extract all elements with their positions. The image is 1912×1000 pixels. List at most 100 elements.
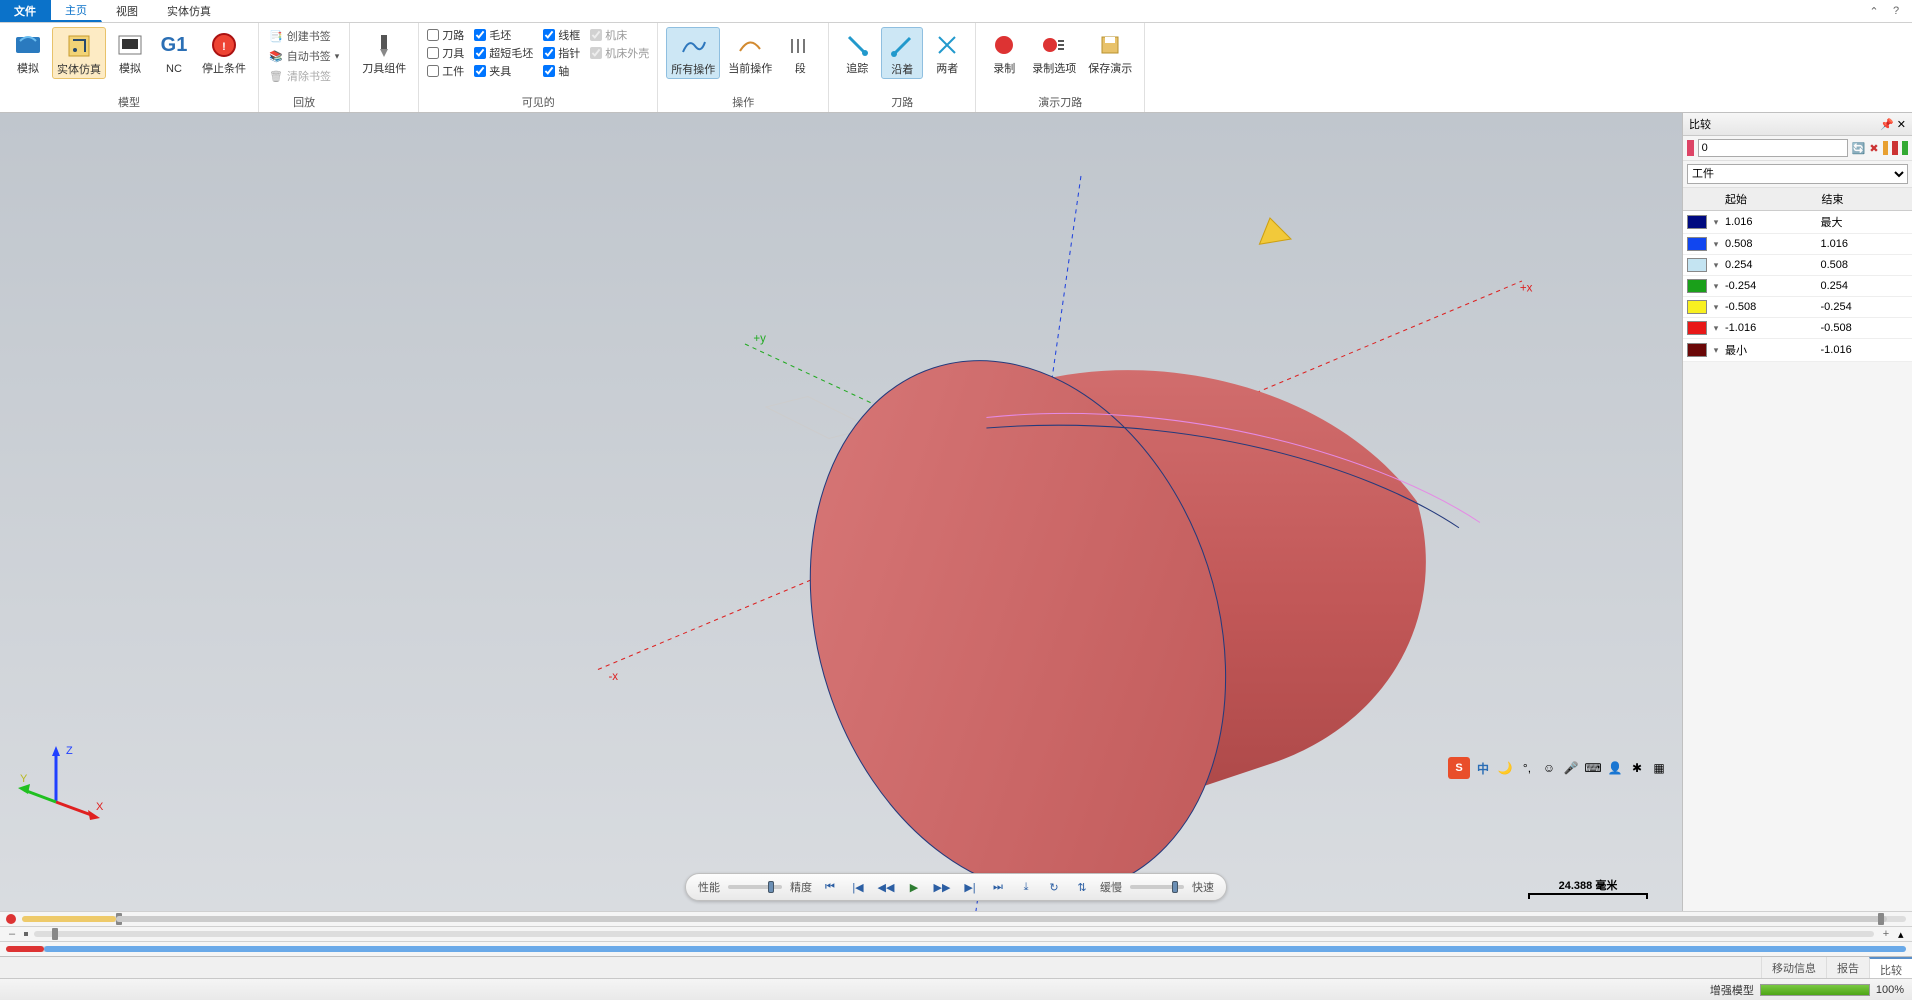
- ribbon: 模拟 实体仿真 模拟 G1 NC ! 停止条件 模型 📑创建书: [0, 23, 1912, 113]
- grid-icon[interactable]: ▦: [1650, 759, 1668, 777]
- step-fwd-button[interactable]: ▶▶: [932, 877, 952, 897]
- axis-z-label: Z: [66, 745, 73, 757]
- clear-bookmark[interactable]: 🗑清除书签: [267, 67, 341, 85]
- mic-icon[interactable]: 🎤: [1562, 759, 1580, 777]
- table-row[interactable]: ▾0.2540.508: [1683, 255, 1912, 276]
- tab-report[interactable]: 报告: [1826, 957, 1869, 978]
- chk-stock[interactable]: 毛坯: [474, 27, 533, 43]
- table-row[interactable]: ▾最小-1.016: [1683, 339, 1912, 362]
- chk-toolpath[interactable]: 刀路: [427, 27, 464, 43]
- table-row[interactable]: ▾-1.016-0.508: [1683, 318, 1912, 339]
- box2-icon[interactable]: [1892, 141, 1898, 155]
- timeline-3[interactable]: [0, 941, 1912, 956]
- group-label-model: 模型: [8, 94, 250, 110]
- table-row[interactable]: ▾0.5081.016: [1683, 234, 1912, 255]
- panel-title-text: 比较: [1689, 116, 1711, 132]
- punct-icon[interactable]: °,: [1518, 759, 1536, 777]
- ribbon-group-visible: 刀路 刀具 工件 毛坯 超短毛坯 夹具 线框 指针 轴 机床 机床外壳 可见的: [419, 23, 658, 112]
- group-label-toolpath: 刀路: [837, 94, 967, 110]
- svg-text:-x: -x: [608, 671, 618, 683]
- compare-value-input[interactable]: [1698, 139, 1848, 157]
- group-label-ops: 操作: [666, 94, 820, 110]
- solid-sim-button[interactable]: 实体仿真: [52, 27, 106, 79]
- chk-fixture[interactable]: 夹具: [474, 63, 533, 79]
- panel-pin-icon[interactable]: 📌: [1880, 118, 1894, 131]
- box3-icon[interactable]: [1902, 141, 1908, 155]
- record-button[interactable]: 录制: [984, 27, 1024, 77]
- step-back-button[interactable]: ◀◀: [876, 877, 896, 897]
- chk-machine-housing[interactable]: 机床外壳: [590, 45, 649, 61]
- along-button[interactable]: 沿着: [881, 27, 923, 79]
- create-bookmark[interactable]: 📑创建书签: [267, 27, 341, 45]
- segment-button[interactable]: 段: [780, 27, 820, 77]
- chk-machine[interactable]: 机床: [590, 27, 649, 43]
- chk-wireframe[interactable]: 线框: [543, 27, 580, 43]
- auto-bookmark[interactable]: 📚自动书签▾: [267, 47, 341, 65]
- svg-text:+y: +y: [753, 333, 766, 345]
- nc-button[interactable]: G1 NC: [154, 27, 194, 77]
- help-icon[interactable]: ?: [1888, 3, 1904, 19]
- tool-components-button[interactable]: 刀具组件: [358, 27, 410, 77]
- simulate-button[interactable]: 模拟: [8, 27, 48, 77]
- bookmark-clear-icon: 🗑: [269, 70, 283, 83]
- chk-workpiece[interactable]: 工件: [427, 63, 464, 79]
- tab-view[interactable]: 视图: [102, 0, 153, 22]
- keyboard-icon[interactable]: ⌨: [1584, 759, 1602, 777]
- simulate2-button[interactable]: 模拟: [110, 27, 150, 77]
- axis-gizmo[interactable]: Z X Y: [16, 738, 106, 831]
- go-start-button[interactable]: ⏮: [820, 877, 840, 897]
- chk-tool[interactable]: 刀具: [427, 45, 464, 61]
- all-ops-button[interactable]: 所有操作: [666, 27, 720, 79]
- chk-axis[interactable]: 轴: [543, 63, 580, 79]
- collapse-ribbon-icon[interactable]: ⌃: [1866, 3, 1882, 19]
- viewport-3d[interactable]: -x +x +y Z X Y: [0, 113, 1912, 911]
- person-icon[interactable]: 👤: [1606, 759, 1624, 777]
- current-op-button[interactable]: 当前操作: [724, 27, 776, 77]
- table-row[interactable]: ▾1.016最大: [1683, 211, 1912, 234]
- timeline-1[interactable]: [0, 911, 1912, 926]
- insert-bookmark-button[interactable]: ⤓: [1016, 877, 1036, 897]
- play-button[interactable]: ▶: [904, 877, 924, 897]
- panel-close-icon[interactable]: ✕: [1897, 118, 1906, 131]
- sogou-icon[interactable]: S: [1448, 757, 1470, 779]
- refresh-icon[interactable]: 🔄: [1852, 142, 1866, 155]
- table-row[interactable]: ▾-0.508-0.254: [1683, 297, 1912, 318]
- timeline-2[interactable]: – + ▴: [0, 926, 1912, 941]
- ribbon-group-operations: 所有操作 当前操作 段 操作: [658, 23, 829, 112]
- precision-label: 精度: [790, 879, 812, 895]
- save-demo-button[interactable]: 保存演示: [1084, 27, 1136, 77]
- tab-home[interactable]: 主页: [51, 0, 102, 22]
- tab-compare[interactable]: 比较: [1869, 957, 1912, 978]
- stop-conditions-button[interactable]: ! 停止条件: [198, 27, 250, 77]
- perf-slider[interactable]: [728, 885, 782, 889]
- box1-icon[interactable]: [1883, 141, 1889, 155]
- bookmark-add-icon: 📑: [269, 30, 283, 43]
- settings-icon[interactable]: ✱: [1628, 759, 1646, 777]
- chk-excess[interactable]: 超短毛坯: [474, 45, 533, 61]
- both-button[interactable]: 两者: [927, 27, 967, 77]
- chk-pointer[interactable]: 指针: [543, 45, 580, 61]
- group-label-demo: 演示刀路: [984, 94, 1136, 110]
- ime-toolbar[interactable]: S 中 🌙 °, ☺ 🎤 ⌨ 👤 ✱ ▦: [1446, 755, 1670, 781]
- emoji-icon[interactable]: ☺: [1540, 759, 1558, 777]
- record-options-button[interactable]: 录制选项: [1028, 27, 1080, 77]
- next-bookmark-button[interactable]: ▶|: [960, 877, 980, 897]
- loop-button[interactable]: ↻: [1044, 877, 1064, 897]
- slow-label: 缓慢: [1100, 879, 1122, 895]
- clear-icon[interactable]: ✖: [1869, 142, 1878, 155]
- go-end-button[interactable]: ⏭: [988, 877, 1008, 897]
- trace-button[interactable]: 追踪: [837, 27, 877, 77]
- lang-toggle[interactable]: 中: [1474, 759, 1492, 777]
- tab-move-info[interactable]: 移动信息: [1761, 957, 1826, 978]
- tab-solid-sim[interactable]: 实体仿真: [153, 0, 226, 22]
- prev-bookmark-button[interactable]: |◀: [848, 877, 868, 897]
- status-percent: 100%: [1876, 984, 1904, 996]
- speed-slider[interactable]: [1130, 885, 1184, 889]
- table-row[interactable]: ▾-0.2540.254: [1683, 276, 1912, 297]
- compare-table-body: ▾1.016最大▾0.5081.016▾0.2540.508▾-0.2540.2…: [1683, 211, 1912, 362]
- file-tab[interactable]: 文件: [0, 0, 51, 22]
- moon-icon[interactable]: 🌙: [1496, 759, 1514, 777]
- swap-button[interactable]: ⇅: [1072, 877, 1092, 897]
- workpiece-select[interactable]: 工件: [1687, 164, 1908, 184]
- svg-text:+x: +x: [1520, 283, 1533, 295]
